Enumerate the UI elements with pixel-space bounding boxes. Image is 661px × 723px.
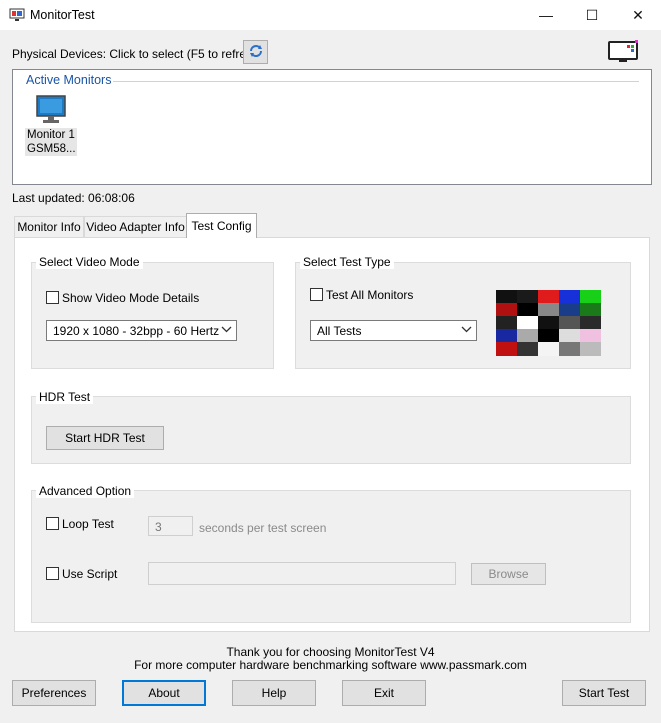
- advanced-option-title: Advanced Option: [36, 484, 135, 498]
- test-preview-image: [496, 290, 601, 356]
- passmark-logo-icon: [607, 38, 641, 67]
- hdr-test-title: HDR Test: [36, 390, 94, 404]
- video-mode-group: [31, 262, 274, 369]
- test-type-title: Select Test Type: [300, 255, 394, 269]
- tab-video-adapter-info[interactable]: Video Adapter Info: [84, 216, 187, 237]
- maximize-button[interactable]: ☐: [569, 0, 615, 30]
- script-path-input[interactable]: [148, 562, 456, 585]
- tab-test-config[interactable]: Test Config: [186, 213, 257, 238]
- monitor-icon: [36, 95, 66, 128]
- title-bar: MonitorTest — ☐ ✕: [0, 0, 661, 30]
- show-video-mode-details-checkbox[interactable]: [46, 291, 59, 304]
- tab-monitor-info[interactable]: Monitor Info: [14, 216, 84, 237]
- use-script-label: Use Script: [62, 567, 118, 581]
- loop-seconds-input[interactable]: 3: [148, 516, 193, 536]
- monitor-1-item[interactable]: Monitor 1 GSM58...: [25, 94, 77, 156]
- test-type-select[interactable]: All Tests: [310, 320, 477, 341]
- monitor-1-model: GSM58...: [27, 143, 76, 155]
- minimize-button[interactable]: —: [523, 0, 569, 30]
- last-updated: Last updated: 06:08:06: [12, 191, 135, 205]
- devices-header-label: Physical Devices: Click to select (F5 to…: [12, 47, 263, 61]
- start-hdr-test-button[interactable]: Start HDR Test: [46, 426, 164, 450]
- test-all-monitors-checkbox[interactable]: [310, 288, 323, 301]
- chevron-down-icon: [461, 323, 472, 338]
- loop-seconds-unit: seconds per test screen: [199, 521, 327, 535]
- video-mode-value: 1920 x 1080 - 32bpp - 60 Hertz: [53, 324, 220, 338]
- chevron-down-icon: [221, 323, 232, 338]
- active-monitors-title: Active Monitors: [26, 73, 112, 87]
- use-script-checkbox[interactable]: [46, 567, 59, 580]
- exit-button[interactable]: Exit: [342, 680, 426, 706]
- loop-test-label: Loop Test: [62, 517, 114, 531]
- help-button[interactable]: Help: [232, 680, 316, 706]
- test-all-monitors-label: Test All Monitors: [326, 288, 414, 302]
- thanks-text: Thank you for choosing MonitorTest V4: [226, 645, 435, 659]
- passmark-link-text: For more computer hardware benchmarking …: [134, 658, 527, 672]
- close-button[interactable]: ✕: [615, 0, 661, 30]
- refresh-icon: [248, 43, 264, 62]
- loop-test-checkbox[interactable]: [46, 517, 59, 530]
- start-test-button[interactable]: Start Test: [562, 680, 646, 706]
- browse-button[interactable]: Browse: [471, 563, 546, 585]
- about-button[interactable]: About: [122, 680, 206, 706]
- show-video-mode-details-label: Show Video Mode Details: [62, 291, 200, 305]
- monitor-1-name: Monitor 1: [27, 129, 75, 141]
- test-type-value: All Tests: [317, 324, 362, 338]
- active-monitors-panel: Active Monitors Monitor 1 GSM58...: [12, 69, 652, 185]
- preferences-button[interactable]: Preferences: [12, 680, 96, 706]
- window-title: MonitorTest: [30, 8, 95, 22]
- video-mode-title: Select Video Mode: [36, 255, 143, 269]
- video-mode-select[interactable]: 1920 x 1080 - 32bpp - 60 Hertz: [46, 320, 237, 341]
- app-icon: [9, 8, 25, 22]
- advanced-option-group: [31, 490, 631, 623]
- divider: [113, 81, 639, 82]
- refresh-button[interactable]: [243, 40, 268, 64]
